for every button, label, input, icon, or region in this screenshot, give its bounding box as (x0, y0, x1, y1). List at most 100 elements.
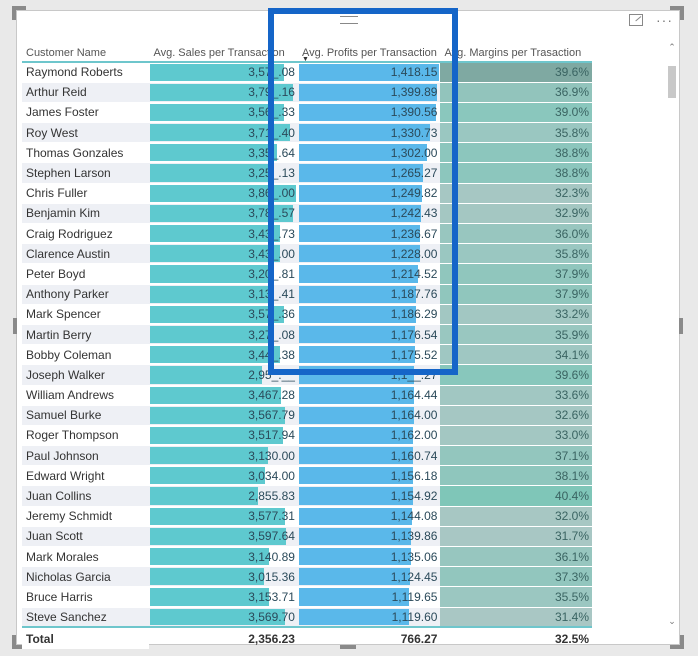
avg-profit-cell: 1,119.60 (297, 606, 441, 628)
table-row[interactable]: Craig Rodriguez 3,43_.73 1,236.67 36.0% (22, 222, 592, 244)
table-row[interactable]: Nicholas Garcia 3,015.36 1,124.45 37.3% (22, 566, 592, 587)
table-row[interactable]: Arthur Reid 3,79_.16 1,399.89 36.9% (22, 81, 592, 103)
avg-sales-cell: 3,57_.08 (149, 61, 298, 83)
avg-margin-cell: 32.3% (440, 182, 592, 204)
table-row[interactable]: Bobby Coleman 3,44_.38 1,175.52 34.1% (22, 344, 592, 365)
total-avg-sales: 2,356.23 (149, 626, 298, 650)
customer-name-cell: Peter Boyd (22, 263, 150, 285)
table-row[interactable]: Raymond Roberts 3,57_.08 1,418.15 39.6% (22, 61, 592, 83)
table-row[interactable]: Anthony Parker 3,13_.41 1,187.76 37.9% (22, 283, 592, 305)
focus-mode-icon[interactable] (629, 14, 643, 26)
avg-profit-cell: 1,119.65 (297, 586, 441, 608)
avg-margin-cell: 32.9% (440, 202, 592, 224)
table-row[interactable]: Steve Sanchez 3,569.70 1,119.60 31.4% (22, 606, 592, 628)
avg-sales-cell: 3,56_.33 (149, 101, 298, 123)
avg-sales-value: 3,567.79 (248, 408, 295, 423)
resize-handle-bottom-right[interactable] (670, 635, 684, 649)
scroll-up-icon[interactable]: ⌃ (666, 42, 678, 53)
avg-profit-cell: 1,160.74 (297, 445, 441, 466)
table-row[interactable]: Benjamin Kim 3,78_.57 1,242.43 32.9% (22, 202, 592, 224)
avg-sales-cell: 3,569.70 (149, 606, 298, 628)
avg-sales-cell: 3,43_.73 (149, 222, 298, 244)
customer-name-cell: Benjamin Kim (22, 202, 150, 224)
table-row[interactable]: Thomas Gonzales 3,35_.64 1,302.00 38.8% (22, 142, 592, 163)
data-table: Customer Name Avg. Sales per Transaction… (22, 40, 592, 650)
table-row[interactable]: Edward Wright 3,034.00 1,156.18 38.1% (22, 465, 592, 486)
avg-sales-value: 3,015.36 (248, 569, 295, 584)
avg-sales-value: 3,56_.33 (248, 105, 295, 120)
avg-profit-value: 1,302.00 (390, 145, 438, 160)
column-header-customer-name[interactable]: Customer Name (22, 40, 150, 63)
table-row[interactable]: Clarence Austin 3,43_.00 1,228.00 35.8% (22, 243, 592, 264)
table-row[interactable]: Joseph Walker 2,95_.__ 1,1__.27 39.6% (22, 364, 592, 385)
vertical-scrollbar[interactable]: ⌃ ⌄ (666, 42, 678, 627)
more-options-button[interactable]: ··· (656, 12, 673, 28)
avg-profit-cell: 1,418.15 (297, 61, 441, 83)
avg-sales-value: 3,27_.08 (248, 327, 295, 342)
avg-profit-value: 1,160.74 (390, 448, 438, 463)
table-row[interactable]: Chris Fuller 3,86_.00 1,249.82 32.3% (22, 182, 592, 204)
customer-name-cell: Mark Spencer (22, 303, 150, 325)
table-row[interactable]: Peter Boyd 3,20_.81 1,214.52 37.9% (22, 263, 592, 285)
avg-sales-cell: 3,27_.08 (149, 323, 298, 345)
resize-handle-right[interactable] (679, 318, 683, 334)
resize-handle-left[interactable] (13, 318, 17, 334)
customer-name-cell: Mark Morales (22, 545, 150, 567)
avg-profit-value: 1,156.18 (390, 468, 438, 483)
table-row[interactable]: Bruce Harris 3,153.71 1,119.65 35.5% (22, 586, 592, 608)
avg-profit-value: 1,236.67 (390, 226, 438, 241)
avg-profit-cell: 1,1__.27 (297, 364, 441, 385)
avg-margin-cell: 37.9% (440, 263, 592, 285)
resize-handle-top-left[interactable] (12, 6, 26, 20)
table-row[interactable]: Juan Scott 3,597.64 1,139.86 31.7% (22, 525, 592, 547)
avg-profit-cell: 1,144.08 (297, 505, 441, 527)
avg-margin-cell: 39.6% (440, 61, 592, 83)
table-row[interactable]: Mark Spencer 3,57_.36 1,186.29 33.2% (22, 303, 592, 325)
avg-sales-cell: 2,95_.__ (149, 364, 298, 385)
avg-margin-cell: 33.6% (440, 384, 592, 406)
column-header-avg-profits[interactable]: Avg. Profits per Transaction ▼ (297, 40, 441, 63)
avg-profit-value: 1,214.52 (390, 266, 438, 281)
avg-margin-cell: 35.5% (440, 586, 592, 608)
table-row[interactable]: Martin Berry 3,27_.08 1,176.54 35.9% (22, 323, 592, 345)
column-header-avg-margins[interactable]: Avg. Margins per Trasaction (440, 40, 592, 63)
avg-profit-cell: 1,164.00 (297, 404, 441, 426)
avg-margin-cell: 38.8% (440, 162, 592, 184)
avg-sales-value: 3,20_.81 (248, 266, 295, 281)
table-row[interactable]: Roy West 3,71_.40 1,330.73 35.8% (22, 122, 592, 143)
table-row[interactable]: Stephen Larson 3,25_.13 1,265.27 38.8% (22, 162, 592, 184)
avg-profit-cell: 1,399.89 (297, 81, 441, 103)
avg-profit-cell: 1,162.00 (297, 424, 441, 446)
table-row[interactable]: Samuel Burke 3,567.79 1,164.00 32.6% (22, 404, 592, 426)
table-row[interactable]: Roger Thompson 3,517.94 1,162.00 33.0% (22, 424, 592, 446)
avg-sales-cell: 3,034.00 (149, 465, 298, 486)
table-row[interactable]: Mark Morales 3,140.89 1,135.06 36.1% (22, 545, 592, 567)
avg-profit-value: 1,162.00 (390, 428, 438, 443)
avg-profit-value: 1,119.60 (391, 609, 438, 624)
scroll-down-icon[interactable]: ⌄ (666, 616, 678, 627)
column-header-avg-sales[interactable]: Avg. Sales per Transaction (149, 40, 298, 63)
avg-sales-cell: 3,130.00 (149, 445, 298, 466)
avg-sales-cell: 3,567.79 (149, 404, 298, 426)
avg-profit-cell: 1,330.73 (297, 122, 441, 143)
table-row[interactable]: William Andrews 3,467.28 1,164.44 33.6% (22, 384, 592, 406)
avg-sales-cell: 3,517.94 (149, 424, 298, 446)
customer-name-cell: Nicholas Garcia (22, 566, 150, 587)
avg-sales-value: 3,57_.36 (248, 307, 295, 322)
avg-sales-value: 2,855.83 (248, 489, 295, 504)
customer-name-cell: Juan Collins (22, 485, 150, 507)
scroll-thumb[interactable] (668, 66, 676, 98)
drag-grip-icon[interactable] (340, 16, 358, 24)
table-row[interactable]: James Foster 3,56_.33 1,390.56 39.0% (22, 101, 592, 123)
avg-sales-value: 3,25_.13 (248, 166, 295, 181)
avg-profit-value: 1,228.00 (390, 246, 438, 261)
table-row[interactable]: Paul Johnson 3,130.00 1,160.74 37.1% (22, 445, 592, 466)
avg-profit-cell: 1,164.44 (297, 384, 441, 406)
table-row[interactable]: Jeremy Schmidt 3,577.31 1,144.08 32.0% (22, 505, 592, 527)
avg-sales-cell: 3,577.31 (149, 505, 298, 527)
customer-name-cell: Martin Berry (22, 323, 150, 345)
avg-margin-cell: 39.6% (440, 364, 592, 385)
avg-profit-value: 1,265.27 (390, 166, 438, 181)
avg-margin-cell: 38.8% (440, 142, 592, 163)
table-row[interactable]: Juan Collins 2,855.83 1,154.92 40.4% (22, 485, 592, 507)
